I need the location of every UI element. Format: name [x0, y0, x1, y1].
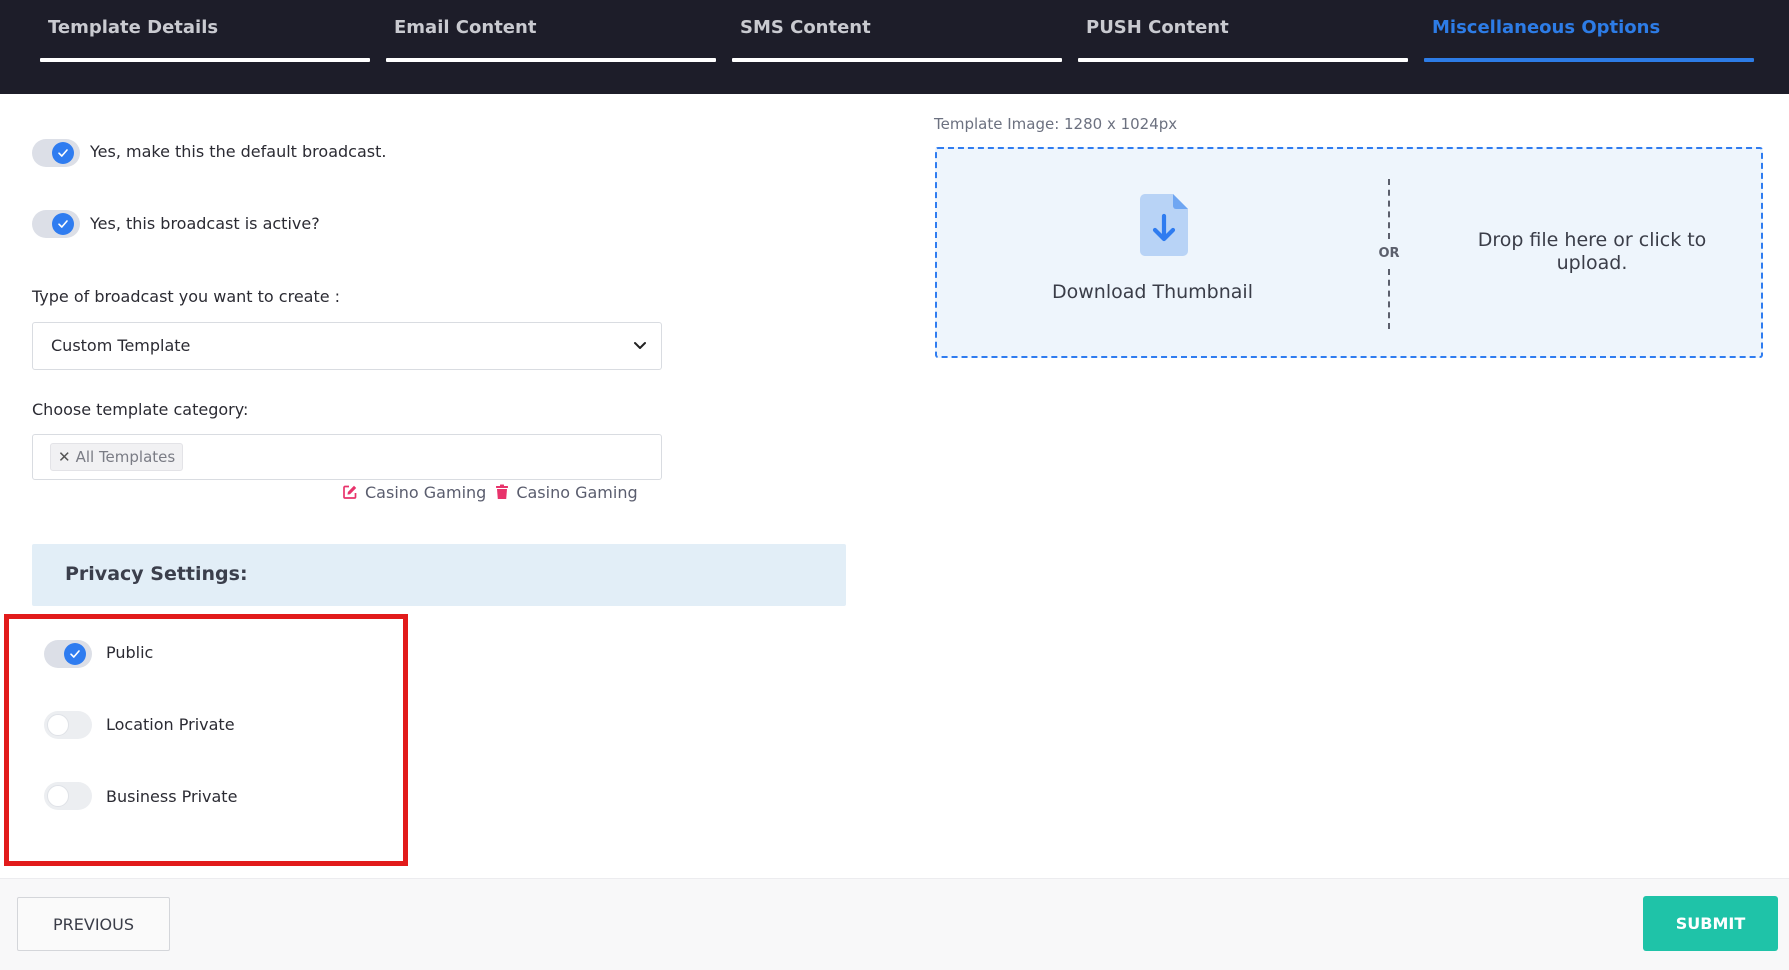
active-broadcast-toggle[interactable]: [32, 210, 80, 238]
tab-label: PUSH Content: [1086, 17, 1229, 38]
template-category-input[interactable]: ✕ All Templates: [32, 434, 662, 480]
previous-button[interactable]: PREVIOUS: [17, 897, 170, 951]
tab-underline: [1424, 58, 1754, 62]
check-icon: [58, 220, 68, 228]
tab-push-content[interactable]: PUSH Content: [1078, 0, 1408, 62]
tab-label: SMS Content: [740, 17, 871, 38]
chevron-down-icon: [634, 342, 646, 349]
default-broadcast-label: Yes, make this the default broadcast.: [90, 142, 387, 161]
tab-bar: Template Details Email Content SMS Conte…: [0, 0, 1789, 94]
delete-category-button[interactable]: Casino Gaming: [495, 482, 638, 502]
toggle-knob: [52, 213, 74, 235]
tab-label: Email Content: [394, 17, 537, 38]
remove-tag-icon[interactable]: ✕: [58, 448, 71, 466]
tab-underline: [40, 58, 370, 62]
tab-miscellaneous-options[interactable]: Miscellaneous Options: [1424, 0, 1754, 62]
delete-category-label: Casino Gaming: [516, 482, 638, 502]
broadcast-type-label: Type of broadcast you want to create :: [32, 287, 341, 306]
check-icon: [58, 149, 68, 157]
edit-category-button[interactable]: Casino Gaming: [342, 483, 486, 502]
or-divider: OR: [1377, 179, 1401, 329]
drop-file-label: Drop file here or click to upload.: [1477, 229, 1707, 274]
download-thumbnail-label[interactable]: Download Thumbnail: [1052, 281, 1253, 303]
trash-icon: [496, 484, 509, 499]
template-image-caption: Template Image: 1280 x 1024px: [934, 115, 1178, 133]
template-category-label: Choose template category:: [32, 400, 249, 419]
default-broadcast-toggle[interactable]: [32, 139, 80, 167]
category-actions: Casino Gaming Casino Gaming: [342, 480, 638, 504]
or-label: OR: [1378, 246, 1400, 261]
broadcast-type-select[interactable]: Custom Template: [32, 322, 662, 370]
divider-line-top: [1388, 179, 1390, 239]
footer-bar: PREVIOUS SUBMIT: [0, 878, 1789, 970]
tab-label: Template Details: [48, 17, 219, 38]
privacy-highlight-box: [4, 614, 408, 866]
divider-line-bottom: [1388, 269, 1390, 329]
tab-underline: [386, 58, 716, 62]
tab-sms-content[interactable]: SMS Content: [732, 0, 1062, 62]
privacy-settings-title: Privacy Settings:: [65, 563, 248, 585]
file-download-icon: [1140, 194, 1188, 256]
submit-button[interactable]: SUBMIT: [1643, 896, 1778, 951]
active-broadcast-label: Yes, this broadcast is active?: [90, 214, 320, 233]
category-tag-label: All Templates: [75, 448, 176, 466]
privacy-settings-header: Privacy Settings:: [32, 544, 846, 606]
template-image-dropzone[interactable]: Download Thumbnail OR Drop file here or …: [935, 147, 1763, 358]
category-tag: ✕ All Templates: [50, 443, 184, 471]
edit-icon: [343, 485, 357, 499]
tab-underline: [732, 58, 1062, 62]
edit-category-label: Casino Gaming: [365, 482, 487, 502]
tab-underline: [1078, 58, 1408, 62]
tab-template-details[interactable]: Template Details: [40, 0, 370, 62]
tab-email-content[interactable]: Email Content: [386, 0, 716, 62]
toggle-knob: [52, 142, 74, 164]
tab-label: Miscellaneous Options: [1432, 17, 1661, 38]
broadcast-type-value: Custom Template: [51, 336, 191, 355]
